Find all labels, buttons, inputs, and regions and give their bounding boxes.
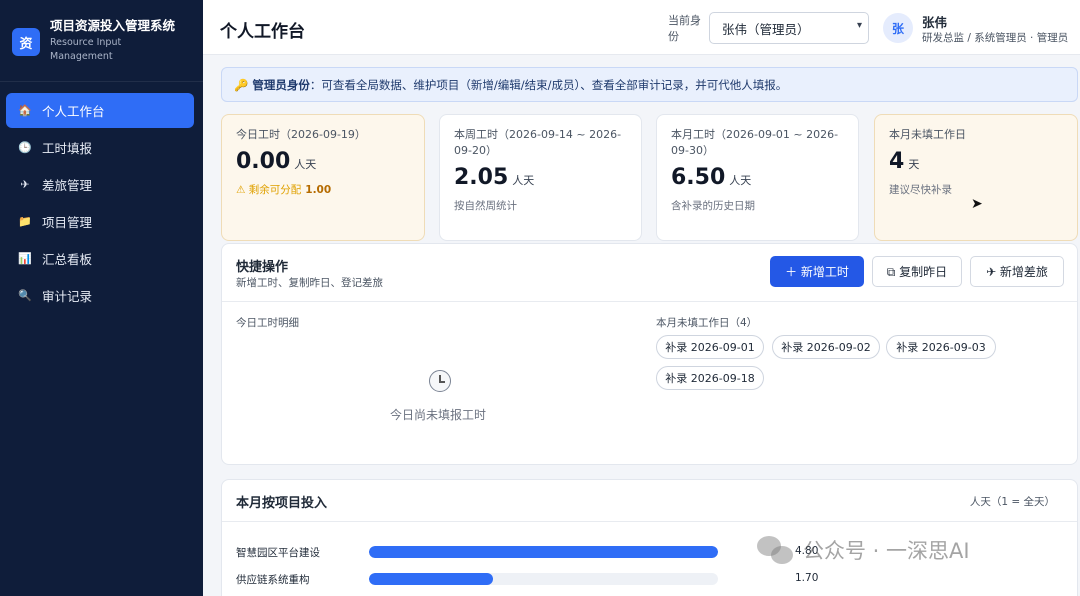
clock-icon <box>429 370 451 392</box>
project-investment-title: 本月按项目投入 <box>236 496 328 511</box>
add-timesheet-button[interactable]: ＋ 新增工时 <box>770 256 864 287</box>
sidebar-item-workbench[interactable]: 🏠 个人工作台 <box>6 93 194 128</box>
backfill-chip[interactable]: 补录 2026-09-03 <box>886 335 996 359</box>
backfill-chip[interactable]: 补录 2026-09-01 <box>656 335 764 359</box>
stat-note: 含补录的历史日期 <box>671 200 755 212</box>
top-header: 个人工作台 当前身份 张伟（管理员） ▾ 张 张伟 研发总监 / 系统管理员 ·… <box>203 0 1080 55</box>
stat-unit: 人天 <box>294 158 317 171</box>
user-role: 研发总监 / 系统管理员 · 管理员 <box>922 32 1069 44</box>
project-value: 1.70 <box>795 572 819 584</box>
sidebar: 资 项目资源投入管理系统 Resource Input Management 🏠… <box>0 0 203 596</box>
sidebar-item-label: 工时填报 <box>42 141 93 156</box>
sidebar-item-label: 汇总看板 <box>42 252 93 267</box>
stat-label: 本月未填工作日 <box>889 128 966 141</box>
sidebar-item-label: 审计记录 <box>42 289 93 304</box>
stat-label: 本月工时（2026-09-01 ~ 2026-09-30） <box>671 128 839 157</box>
stat-card-missing: 本月未填工作日 4天 建议尽快补录 <box>874 114 1078 241</box>
project-name: 智慧园区平台建设 <box>236 547 320 559</box>
today-detail-label: 今日工时明细 <box>236 317 299 329</box>
divider <box>222 521 1077 522</box>
sidebar-item-projects[interactable]: 📁 项目管理 <box>6 204 194 239</box>
sidebar-item-timesheet[interactable]: 🕒 工时填报 <box>6 130 194 165</box>
unit-note: 人天（1 = 全天） <box>969 496 1055 508</box>
mouse-cursor-icon: ➤ <box>971 196 983 212</box>
stat-note: 按自然周统计 <box>454 200 517 212</box>
sidebar-item-label: 个人工作台 <box>42 104 105 119</box>
stat-label: 本周工时（2026-09-14 ~ 2026-09-20） <box>454 128 622 157</box>
sidebar-nav: 🏠 个人工作台 🕒 工时填报 ✈ 差旅管理 📁 项目管理 📊 汇总看板 🔍 审计… <box>0 82 203 313</box>
quick-actions-title: 快捷操作 <box>236 260 289 275</box>
chevron-down-icon: ▾ <box>856 20 862 31</box>
brand-title: 项目资源投入管理系统 <box>50 18 176 33</box>
role-label: 当前身份 <box>668 14 701 43</box>
empty-state-text: 今日尚未填报工时 <box>390 408 487 422</box>
stat-card-today: 今日工时（2026-09-19） 0.00 人天 ⚠ 剩余可分配 1.00 <box>221 114 425 241</box>
avatar[interactable]: 张 <box>883 13 913 43</box>
stat-card-week: 本周工时（2026-09-14 ~ 2026-09-20） 2.05 人天 按自然… <box>439 114 642 241</box>
key-icon: 🔑 <box>234 77 249 92</box>
stat-label: 今日工时（2026-09-19） <box>236 128 366 141</box>
stat-unit: 天 <box>908 158 920 171</box>
warning-note: ⚠ 剩余可分配 <box>236 184 302 196</box>
copy-yesterday-button[interactable]: ⧉ 复制昨日 <box>872 256 962 287</box>
watermark: 公众号 · 一深思AI <box>757 534 970 566</box>
brand-logo: 资 <box>12 28 40 56</box>
sidebar-item-travel[interactable]: ✈ 差旅管理 <box>6 167 194 202</box>
plane-icon: ✈ <box>20 178 30 191</box>
stat-card-month: 本月工时（2026-09-01 ~ 2026-09-30） 6.50 人天 含补录… <box>656 114 859 241</box>
notice-text: ：可查看全局数据、维护项目（新增/编辑/结束/成员）、查看全部审计记录，并可代他… <box>309 77 788 92</box>
clock-icon: 🕒 <box>18 141 32 154</box>
user-name: 张伟 <box>922 15 948 30</box>
sidebar-item-label: 项目管理 <box>42 215 93 230</box>
project-bar-track <box>369 573 718 585</box>
divider <box>222 301 1077 302</box>
stat-value: 6.50 <box>671 165 726 190</box>
stat-value: 0.00 <box>236 149 291 174</box>
sidebar-item-audit[interactable]: 🔍 审计记录 <box>6 278 194 313</box>
search-icon: 🔍 <box>18 289 32 302</box>
chart-icon: 📊 <box>18 252 32 265</box>
sidebar-item-dashboard[interactable]: 📊 汇总看板 <box>6 241 194 276</box>
role-select-value: 张伟（管理员） <box>722 21 810 37</box>
stat-unit: 人天 <box>512 174 535 187</box>
folder-icon: 📁 <box>18 215 32 228</box>
backfill-chip[interactable]: 补录 2026-09-18 <box>656 366 764 390</box>
notice-bold: 管理员身份 <box>252 77 310 92</box>
stat-value: 4 <box>889 149 905 174</box>
project-bar-fill <box>369 573 493 585</box>
wechat-icon <box>757 534 797 566</box>
admin-notice: 🔑 管理员身份 ：可查看全局数据、维护项目（新增/编辑/结束/成员）、查看全部审… <box>221 67 1078 102</box>
remain-value: 1.00 <box>305 184 332 196</box>
quick-actions-panel: 快捷操作 新增工时、复制昨日、登记差旅 ＋ 新增工时 ⧉ 复制昨日 ✈ 新增差旅… <box>221 243 1078 465</box>
missing-days-label: 本月未填工作日（4） <box>656 317 758 329</box>
add-trip-button[interactable]: ✈ 新增差旅 <box>970 256 1064 287</box>
project-name: 供应链系统重构 <box>236 574 310 586</box>
home-icon: 🏠 <box>18 104 32 117</box>
role-select[interactable]: 张伟（管理员） ▾ <box>709 12 869 44</box>
project-bar-track <box>369 546 718 558</box>
quick-actions-subtitle: 新增工时、复制昨日、登记差旅 <box>236 277 383 289</box>
stat-value: 2.05 <box>454 165 509 190</box>
stat-note: 建议尽快补录 <box>889 184 952 196</box>
brand: 资 项目资源投入管理系统 Resource Input Management <box>0 0 203 82</box>
page-title: 个人工作台 <box>220 22 305 42</box>
brand-subtitle: Resource Input Management <box>50 37 122 62</box>
sidebar-item-label: 差旅管理 <box>42 178 93 193</box>
watermark-text: 公众号 · 一深思AI <box>803 539 970 563</box>
backfill-chip[interactable]: 补录 2026-09-02 <box>772 335 880 359</box>
project-bar-fill <box>369 546 718 558</box>
stat-unit: 人天 <box>729 174 752 187</box>
